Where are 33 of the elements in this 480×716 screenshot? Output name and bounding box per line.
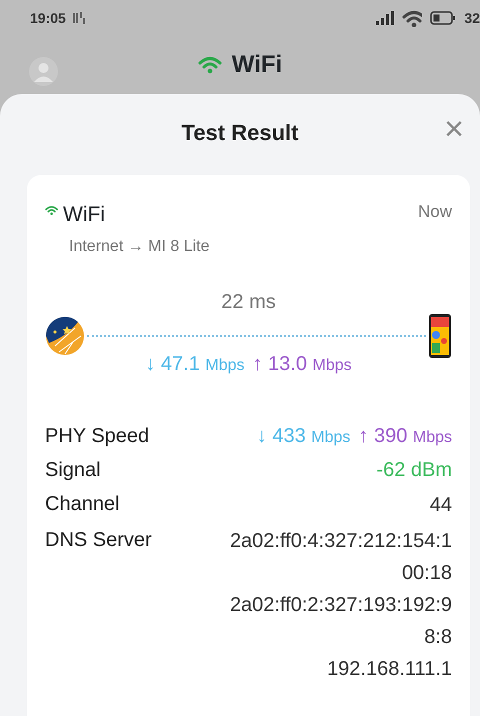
download-speed: ↓ 47.1 Mbps xyxy=(145,352,244,376)
detail-value: 192.168.111.1 xyxy=(327,656,452,682)
signal-value: -62 dBm xyxy=(376,458,452,482)
status-time: 19:05 xyxy=(30,8,66,28)
detail-value: 00:18 xyxy=(402,560,452,586)
sheet-title: Test Result xyxy=(182,120,298,145)
avatar-icon xyxy=(29,57,58,86)
close-button[interactable]: × xyxy=(440,112,468,146)
download-speed: ↓ 433 Mbps xyxy=(256,424,350,448)
page-title: WiFi xyxy=(232,50,282,80)
globe-icon xyxy=(45,316,85,356)
detail-label: Signal xyxy=(45,458,101,482)
upload-speed: ↑ 13.0 Mbps xyxy=(252,352,352,376)
upload-speed: ↑ 390 Mbps xyxy=(358,424,452,448)
wifi-icon xyxy=(45,204,59,217)
network-name: WiFi xyxy=(63,202,105,228)
wifi-icon xyxy=(198,55,224,75)
route-text: Internet → MI 8 Lite xyxy=(69,236,211,256)
signal-icon xyxy=(376,11,394,25)
detail-label: DNS Server xyxy=(45,528,152,552)
battery-icon xyxy=(430,11,456,25)
phone-icon xyxy=(428,312,452,358)
detail-label: Channel xyxy=(45,492,120,516)
battery-level: 32 xyxy=(464,8,480,28)
detail-value: 2a02:ff0:2:327:193:192:9 xyxy=(230,592,452,618)
nfc-icon xyxy=(72,10,86,26)
detail-value: 8:8 xyxy=(424,624,452,650)
test-time: Now xyxy=(418,201,452,223)
detail-value: 44 xyxy=(430,492,452,518)
wifi-icon xyxy=(402,9,422,27)
latency-value: 22 ms xyxy=(221,290,276,312)
detail-label: PHY Speed xyxy=(45,424,150,448)
detail-value: 2a02:ff0:4:327:212:154:1 xyxy=(230,528,452,554)
